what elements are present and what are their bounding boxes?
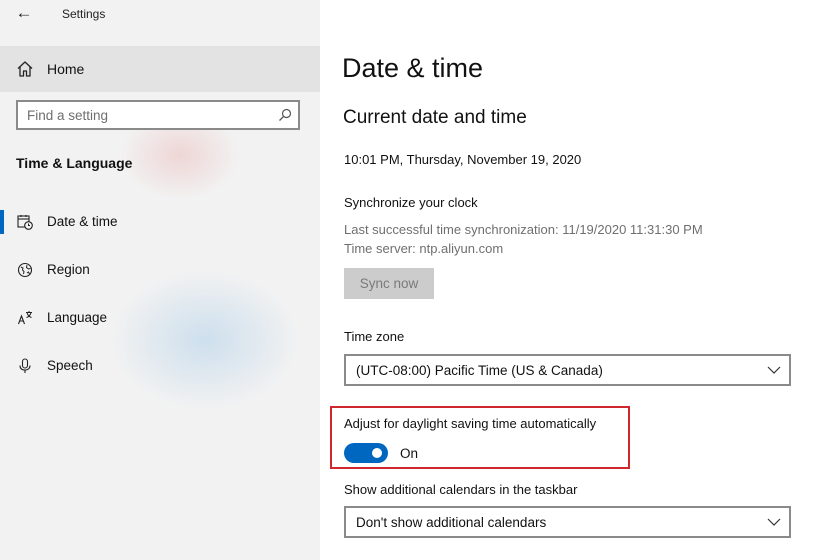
- calendars-value: Don't show additional calendars: [356, 515, 547, 530]
- sidebar-item-date-time[interactable]: Date & time: [0, 200, 320, 244]
- sidebar-item-label: Language: [47, 310, 108, 325]
- app-title: Settings: [62, 7, 106, 21]
- main-content: Date & time Current date and time 10:01 …: [320, 0, 821, 560]
- current-time-text: 10:01 PM, Thursday, November 19, 2020: [344, 152, 582, 167]
- dst-label: Adjust for daylight saving time automati…: [344, 416, 597, 431]
- sidebar-item-language[interactable]: Language: [0, 296, 320, 340]
- time-zone-label: Time zone: [344, 329, 405, 344]
- microphone-icon: [19, 358, 31, 373]
- section-heading: Time & Language: [16, 155, 133, 171]
- chevron-down-icon: [767, 518, 781, 526]
- section-title: Current date and time: [343, 107, 527, 128]
- search-input[interactable]: [27, 106, 267, 124]
- home-icon: [17, 61, 33, 77]
- time-server-text: Time server: ntp.aliyun.com: [344, 241, 504, 256]
- language-icon: [17, 311, 32, 325]
- toggle-state-label: On: [400, 446, 419, 461]
- dst-toggle[interactable]: [344, 443, 388, 463]
- time-zone-value: (UTC-08:00) Pacific Time (US & Canada): [356, 363, 603, 378]
- sidebar-item-label: Speech: [47, 358, 93, 373]
- sidebar-item-region[interactable]: Region: [0, 248, 320, 292]
- sync-now-button[interactable]: Sync now: [344, 268, 434, 299]
- sync-heading: Synchronize your clock: [344, 195, 478, 210]
- last-sync-text: Last successful time synchronization: 11…: [344, 222, 703, 237]
- time-zone-dropdown[interactable]: (UTC-08:00) Pacific Time (US & Canada): [344, 354, 791, 386]
- title-bar: ← Settings: [0, 0, 320, 30]
- globe-icon: [17, 262, 33, 278]
- selection-indicator: [0, 210, 4, 234]
- sidebar-item-speech[interactable]: Speech: [0, 344, 320, 388]
- search-box[interactable]: [16, 100, 300, 130]
- search-icon[interactable]: [278, 108, 292, 122]
- calendars-label: Show additional calendars in the taskbar: [344, 482, 578, 497]
- sidebar-item-label: Home: [47, 61, 85, 77]
- toggle-knob: [372, 448, 382, 458]
- sidebar: ← Settings Home Time & Language Date & t…: [0, 0, 320, 560]
- calendars-dropdown[interactable]: Don't show additional calendars: [344, 506, 791, 538]
- sidebar-item-label: Date & time: [47, 214, 118, 229]
- page-title: Date & time: [342, 53, 484, 83]
- back-arrow-icon: ←: [15, 3, 33, 22]
- sidebar-item-home[interactable]: Home: [0, 46, 320, 92]
- chevron-down-icon: [767, 366, 781, 374]
- calendar-clock-icon: [17, 215, 33, 230]
- sidebar-item-label: Region: [47, 262, 90, 277]
- back-button[interactable]: ←: [10, 2, 38, 26]
